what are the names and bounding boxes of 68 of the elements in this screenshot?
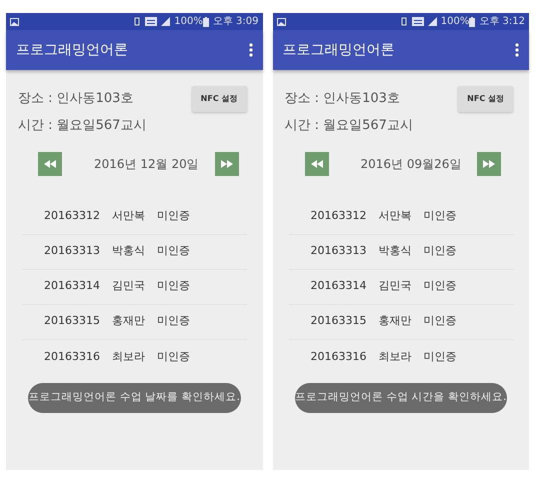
nfc-settings-button[interactable]: NFC 설정	[192, 86, 246, 112]
status-time: 오후 3:12	[479, 15, 525, 29]
image-icon	[276, 18, 286, 26]
student-id: 20163315	[44, 313, 100, 330]
time-text: 시간 : 월요일567교시	[17, 117, 148, 135]
student-id: 20163313	[44, 243, 100, 260]
student-name: 홍재만	[378, 313, 412, 330]
previous-button[interactable]	[304, 152, 328, 176]
student-name: 최보라	[378, 348, 412, 365]
student-name: 서만복	[112, 208, 145, 224]
lte-icon	[412, 17, 424, 26]
vibrate-icon	[400, 17, 408, 26]
student-name: 최보라	[112, 348, 145, 365]
student-id: 20163312	[310, 208, 366, 224]
attendance-status: 미인증	[157, 208, 190, 224]
place-text: 장소 : 인사동103호	[284, 90, 400, 108]
image-icon	[10, 18, 19, 26]
next-button[interactable]	[477, 152, 502, 176]
toast-message: 프로그래밍언어론 수업 시간을 확인하세요.	[294, 382, 507, 412]
lte-icon	[145, 17, 158, 26]
time-text: 시간 : 월요일567교시	[284, 117, 414, 135]
next-button[interactable]	[214, 152, 239, 176]
student-name: 박홍식	[112, 243, 145, 260]
attendance-status: 미인증	[424, 313, 456, 330]
student-id: 20163314	[310, 278, 366, 294]
fast-forward-icon	[220, 160, 233, 168]
fast-forward-icon	[483, 160, 496, 168]
app-title: 프로그래밍언어론	[282, 40, 394, 60]
student-name: 홍재만	[112, 313, 145, 330]
vibrate-icon	[133, 17, 142, 26]
toast-message: 프로그래밍언어론 수업 날짜를 확인하세요.	[28, 382, 240, 412]
attendance-status: 미인증	[424, 278, 456, 294]
attendance-status: 미인증	[157, 278, 190, 294]
student-id: 20163316	[310, 348, 366, 365]
attendance-status: 미인증	[424, 243, 456, 260]
student-name: 김민국	[378, 278, 412, 294]
student-id: 20163316	[44, 348, 100, 365]
status-time: 오후 3:09	[212, 15, 258, 29]
rewind-icon	[310, 160, 322, 168]
attendance-status: 미인증	[424, 208, 456, 224]
student-id: 20163312	[44, 208, 100, 224]
battery-percent: 100%	[174, 15, 203, 29]
nfc-settings-button[interactable]: NFC 설정	[458, 86, 513, 112]
student-id: 20163315	[310, 313, 366, 330]
attendance-status: 미인증	[157, 243, 190, 260]
date-text: 2016년 09월26일	[360, 156, 462, 172]
place-text: 장소 : 인사동103호	[18, 90, 134, 108]
student-name: 박홍식	[378, 243, 412, 260]
app-title: 프로그래밍언어론	[16, 40, 128, 60]
attendance-status: 미인증	[157, 348, 190, 365]
menu-button[interactable]	[248, 43, 252, 57]
student-name: 서만복	[378, 208, 412, 224]
previous-button[interactable]	[38, 152, 62, 176]
menu-button[interactable]	[515, 43, 519, 57]
more-icon	[248, 43, 252, 57]
more-icon	[515, 43, 519, 57]
battery-percent: 100%	[440, 15, 470, 29]
signal-icon	[428, 17, 437, 26]
attendance-status: 미인증	[157, 313, 190, 330]
student-id: 20163313	[310, 243, 366, 260]
attendance-status: 미인증	[424, 348, 456, 365]
date-text: 2016년 12월 20일	[94, 156, 199, 172]
student-id: 20163314	[44, 278, 100, 294]
student-name: 김민국	[112, 278, 145, 294]
battery-icon	[469, 16, 476, 26]
rewind-icon	[44, 160, 56, 168]
signal-icon	[161, 17, 170, 26]
battery-icon	[202, 16, 209, 26]
